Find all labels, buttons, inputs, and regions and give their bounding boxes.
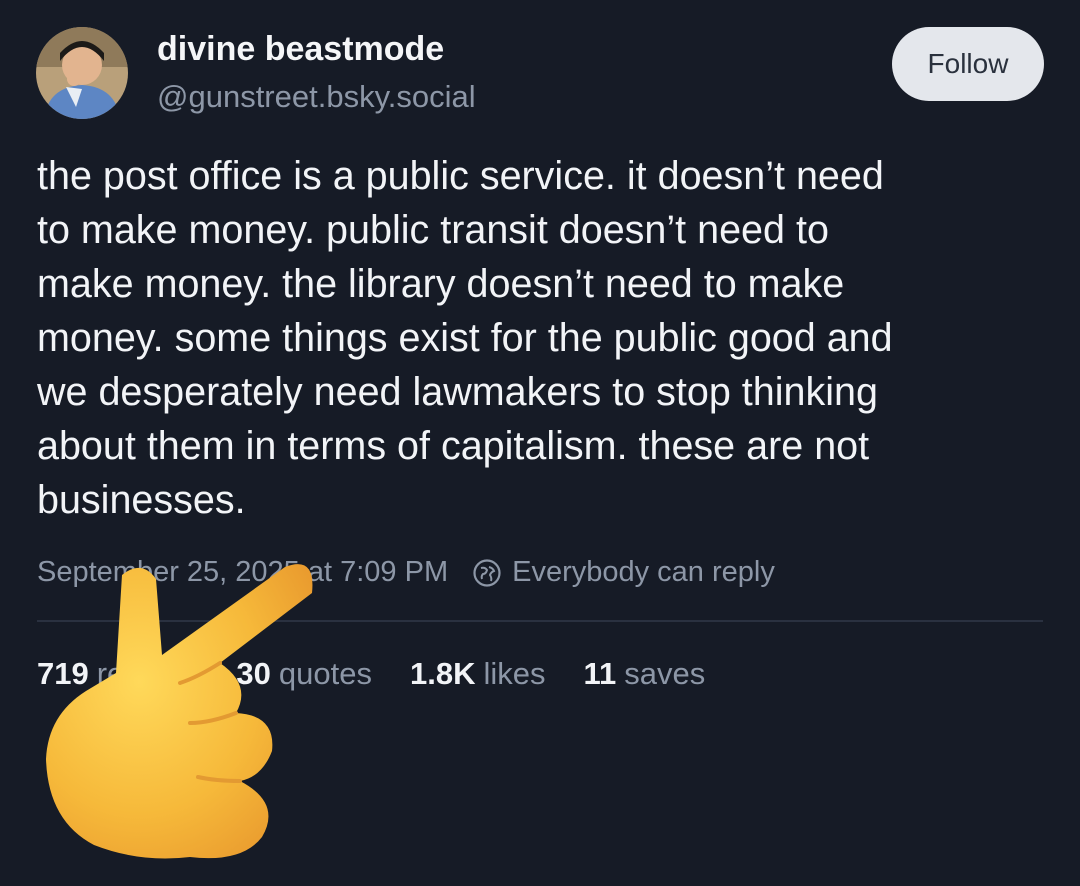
reply-setting: Everybody can reply xyxy=(472,556,775,589)
author-display-name[interactable]: divine beastmode xyxy=(157,30,444,69)
follow-button[interactable]: Follow xyxy=(892,27,1044,101)
post-text: the post office is a public service. it … xyxy=(37,154,893,522)
stat-likes[interactable]: 1.8K likes xyxy=(410,656,546,692)
avatar-image xyxy=(36,27,128,119)
post-card: divine beastmode @gunstreet.bsky.social … xyxy=(0,0,1080,886)
author-handle[interactable]: @gunstreet.bsky.social xyxy=(157,79,476,115)
globe-icon xyxy=(473,558,501,587)
reply-setting-label: Everybody can reply xyxy=(512,556,775,588)
author-avatar[interactable] xyxy=(36,27,128,119)
stat-saves[interactable]: 11 saves xyxy=(583,656,705,692)
pointing-hand-emoji xyxy=(46,564,313,859)
